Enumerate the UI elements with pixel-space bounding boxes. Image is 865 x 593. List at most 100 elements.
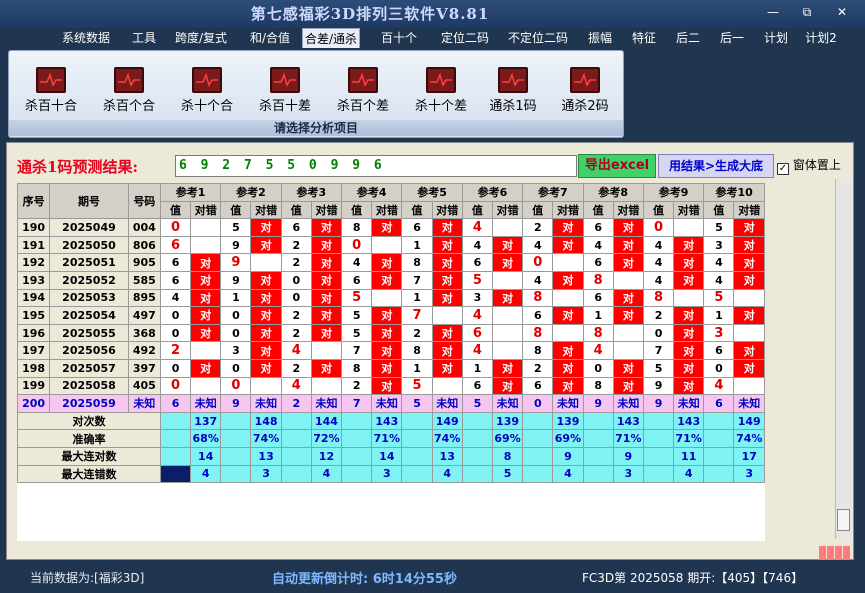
ribbon-button[interactable]: 杀十个差 (403, 67, 479, 117)
cell-period: 2025051 (49, 253, 129, 272)
prediction-result-field[interactable]: 6 9 2 7 5 5 0 9 9 6 (175, 155, 577, 177)
col-value: 值 (522, 200, 554, 220)
table-row[interactable]: 199 2025058 405 0 0 4 2 对 5 6 对 6 对 8 对 9 对 4 (16, 376, 765, 396)
chart-icon (192, 67, 222, 93)
menu-item[interactable]: 特征 (626, 28, 662, 48)
ribbon-button-label: 杀百个合 (102, 99, 155, 114)
ribbon-button[interactable]: 杀百十合 (13, 67, 89, 117)
cell-value: 2 (159, 341, 192, 360)
cell-value: 5 (341, 306, 373, 325)
stat-spacer (522, 464, 554, 484)
cell-value: 9 (220, 394, 252, 413)
cell-check-hit: 对 (612, 288, 644, 308)
cell-value: 0 (522, 394, 554, 413)
cell-value: 4 (341, 253, 373, 272)
cell-value: 5 (401, 376, 433, 396)
cell-check-hit: 对 (552, 358, 584, 378)
table-row[interactable]: 196 2025055 368 0 对 0 对 2 对 5 对 2 对 6 8 8 0 对 3 (16, 323, 765, 343)
cell-value: 4 (703, 253, 735, 272)
cell-value: 0 (159, 376, 192, 396)
cell-check-hit: 对 (250, 270, 282, 290)
cell-value: 0 (159, 323, 192, 343)
ribbon-button[interactable]: 杀十个合 (169, 67, 245, 117)
table-row-pending[interactable]: 200 2025059 未知 6 未知 9 未知 2 未知 7 未知 5 未知 5 未知 0 未知 9 未知 9 未知 6… (16, 394, 765, 413)
menu-item[interactable]: 计划2 (802, 28, 840, 48)
cell-check-empty (190, 218, 222, 237)
cell-check-empty (673, 218, 705, 237)
menu-item[interactable]: 后二 (670, 28, 706, 48)
vertical-scrollbar[interactable] (835, 179, 851, 539)
cell-value: 8 (642, 288, 675, 308)
col-check: 对错 (190, 200, 222, 220)
ribbon-button[interactable]: 杀百十差 (247, 67, 323, 117)
stat-value: 139 (491, 411, 524, 431)
cell-check-empty (491, 270, 524, 290)
cell-value: 4 (642, 270, 675, 290)
cell-seq: 191 (16, 235, 51, 255)
col-ref: 参考2 (220, 183, 282, 202)
table-row[interactable]: 198 2025057 397 0 对 0 对 2 对 8 对 1 对 1 对 2 对 0 对 5 对 0 对 (16, 358, 765, 378)
table-row[interactable]: 195 2025054 497 0 对 0 对 2 对 5 对 7 4 6 对 1 对 2 对 1 对 (16, 306, 765, 325)
cell-check-hit: 对 (673, 358, 705, 378)
cell-value: 0 (159, 218, 192, 237)
scrollbar-thumb[interactable] (837, 509, 850, 531)
cell-value: 2 (522, 218, 554, 237)
menu-item[interactable]: 跨度/复式 (168, 28, 234, 48)
stat-spacer (280, 411, 312, 431)
close-button[interactable]: ✕ (832, 4, 852, 20)
cell-check-hit: 对 (371, 341, 403, 360)
cell-value: 4 (703, 376, 735, 396)
cell-check-hit: 对 (733, 341, 765, 360)
table-row[interactable]: 197 2025056 492 2 3 对 4 7 对 8 对 4 8 对 4 7 对 6 对 (16, 341, 765, 360)
table-row[interactable]: 194 2025053 895 4 对 1 对 0 对 5 1 对 3 对 8 6 对 8 5 (16, 288, 765, 308)
menu-item[interactable]: 振幅 (582, 28, 618, 48)
cell-check: 未知 (250, 394, 282, 413)
cell-check-hit: 对 (552, 376, 584, 396)
table-row[interactable]: 191 2025050 806 6 9 对 2 对 0 1 对 4 对 4 对 4 对 4 对 3 对 (16, 235, 765, 255)
cell-value: 2 (522, 358, 554, 378)
chart-icon (426, 67, 456, 93)
cell-check: 未知 (190, 394, 222, 413)
cell-number: 585 (127, 270, 161, 290)
export-excel-button[interactable]: 导出excel (578, 154, 656, 178)
cell-check-hit: 对 (431, 341, 463, 360)
cell-value: 6 (703, 394, 735, 413)
menu-item[interactable]: 计划 (758, 28, 794, 48)
stat-value: 143 (371, 411, 403, 431)
menu-item[interactable]: 定位二码 (434, 28, 496, 48)
cell-check-hit: 对 (310, 218, 343, 237)
table-row[interactable]: 193 2025052 585 6 对 9 对 0 对 6 对 7 对 5 4 对 8 4 对 4 对 (16, 270, 765, 290)
menu-item[interactable]: 百十个 (378, 28, 420, 48)
cell-value: 5 (341, 288, 373, 308)
menu-item[interactable]: 不定位二码 (502, 28, 574, 48)
menu-item[interactable]: 后一 (714, 28, 750, 48)
cell-number: 405 (127, 376, 161, 396)
cell-check-hit: 对 (310, 235, 343, 255)
stat-value: 14 (371, 446, 403, 466)
menu-item[interactable]: 工具 (124, 28, 164, 48)
table-row[interactable]: 190 2025049 004 0 5 对 6 对 8 对 6 对 4 2 对 6 对 0 5 对 (16, 218, 765, 237)
minimize-button[interactable]: — (763, 4, 783, 20)
page-indicator-bar (835, 546, 842, 560)
cell-period: 2025056 (49, 341, 129, 360)
cell-seq: 199 (16, 376, 51, 396)
cell-value: 2 (401, 323, 433, 343)
table-row[interactable]: 192 2025051 905 6 对 9 2 对 4 对 8 对 6 对 0 6 对 4 对 4 对 (16, 253, 765, 272)
ribbon-button[interactable]: 通杀2码 (547, 67, 623, 117)
ribbon-button-label: 杀十个合 (180, 99, 233, 114)
window-ontop-toggle[interactable]: ✓ 窗体置上 (777, 156, 841, 176)
cell-check-empty (250, 253, 282, 272)
ribbon-button[interactable]: 通杀1码 (475, 67, 551, 117)
menu-item[interactable]: 和/合值 (242, 28, 298, 48)
cell-number: 492 (127, 341, 161, 360)
cell-check-hit: 对 (190, 306, 222, 325)
menu-item[interactable]: 系统数据 (56, 28, 116, 48)
generate-base-button[interactable]: 用结果>生成大底 (658, 154, 774, 178)
stat-value: 8 (491, 446, 524, 466)
ribbon-button[interactable]: 杀百个差 (325, 67, 401, 117)
ontop-checkbox[interactable]: ✓ (777, 163, 789, 175)
cell-check-hit: 对 (612, 358, 644, 378)
ribbon-button[interactable]: 杀百个合 (91, 67, 167, 117)
maximize-button[interactable]: ⧉ (797, 4, 817, 20)
menu-item[interactable]: 合差/通杀 (302, 28, 360, 48)
